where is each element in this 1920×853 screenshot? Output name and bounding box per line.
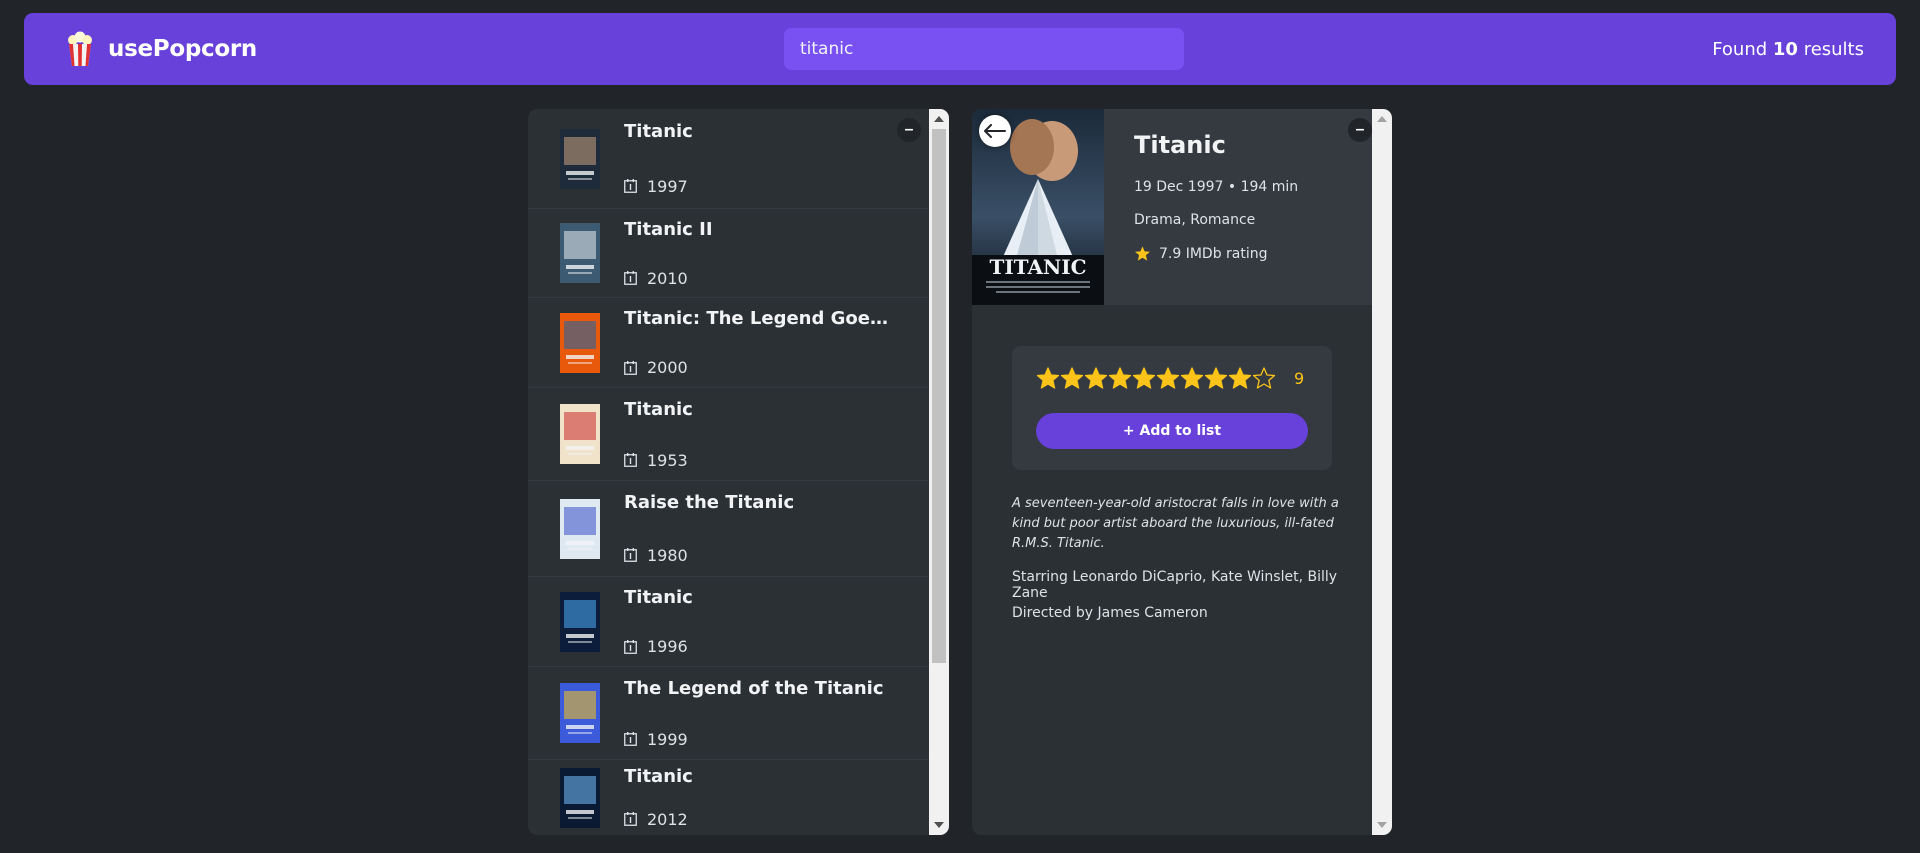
rating-box: 9 + Add to list (1012, 346, 1332, 470)
movie-poster-thumbnail (560, 767, 600, 828)
search-results-box: Titanic 1997 Titanic II 2010 Titanic: The Le… (528, 109, 949, 835)
calendar-icon (624, 732, 637, 746)
movie-year: 1953 (624, 451, 897, 470)
calendar-icon (624, 812, 637, 827)
calendar-icon (624, 548, 637, 563)
movie-title: Titanic (624, 398, 693, 420)
release-runtime: 19 Dec 1997 • 194 min (1134, 179, 1354, 195)
movie-title: Titanic (624, 121, 693, 143)
results-number: 10 (1772, 38, 1798, 60)
movie-poster-thumbnail (560, 312, 600, 373)
movie-title: Titanic (624, 766, 693, 788)
movie-list-item[interactable]: Titanic 1997 (528, 109, 929, 209)
imdb-rating-text: 7.9 IMDb rating (1159, 245, 1268, 262)
star-icon (1135, 246, 1150, 261)
list-scroll-thumb[interactable] (932, 129, 946, 663)
movie-year-text: 1953 (647, 450, 688, 470)
movie-director: Directed by James Cameron (1012, 605, 1208, 621)
scroll-up-arrow-icon[interactable] (929, 111, 949, 127)
movie-list-item[interactable]: Titanic II 2010 (528, 209, 929, 298)
movie-year: 2012 (624, 810, 897, 829)
details-scrollbar[interactable] (1372, 109, 1392, 835)
rating-value: 9 (1294, 368, 1305, 388)
movie-list-item[interactable]: Titanic 1996 (528, 577, 929, 667)
movie-title: Titanic: The Legend Goes On... (624, 307, 897, 329)
star-filled-icon[interactable] (1132, 366, 1156, 390)
movie-poster-thumbnail (560, 128, 600, 189)
movie-list-item[interactable]: The Legend of the Titanic 1999 (528, 667, 929, 760)
imdb-rating: 7.9 IMDb rating (1134, 245, 1354, 262)
star-filled-icon[interactable] (1036, 366, 1060, 390)
details-header: TITANIC Titanic 19 Dec 1997 • 194 min Dr… (972, 109, 1372, 305)
poster-title-text: TITANIC (989, 255, 1086, 279)
collapse-details-button[interactable]: – (1348, 118, 1372, 142)
movie-year-text: 2012 (647, 809, 688, 829)
movie-year: 1997 (624, 177, 897, 196)
logo: usePopcorn (64, 31, 464, 67)
navbar: usePopcorn Found 10 results (24, 13, 1896, 85)
movie-list-item[interactable]: Titanic: The Legend Goes On... 2000 (528, 298, 929, 388)
movie-poster-thumbnail (560, 223, 600, 283)
movie-year-text: 1997 (647, 176, 688, 196)
scroll-down-arrow-icon[interactable] (929, 817, 949, 833)
results-count: Found 10 results (1712, 39, 1864, 60)
movie-year-text: 1980 (647, 545, 688, 565)
movie-title: Titanic II (624, 218, 713, 240)
movie-year-text: 2010 (647, 268, 688, 288)
results-suffix: results (1797, 38, 1864, 60)
movie-year-text: 2000 (647, 358, 688, 378)
star-filled-icon[interactable] (1084, 366, 1108, 390)
movie-actors: Starring Leonardo DiCaprio, Kate Winslet… (1012, 569, 1338, 601)
movie-list-item[interactable]: Titanic 1953 (528, 388, 929, 481)
arrow-left-icon (984, 124, 1006, 138)
movie-title: Titanic (624, 586, 693, 608)
genre: Drama, Romance (1134, 212, 1354, 228)
collapse-list-button[interactable]: – (897, 118, 921, 142)
movie-year: 2010 (624, 269, 897, 288)
movie-year: 1980 (624, 546, 897, 565)
back-button[interactable] (979, 115, 1011, 147)
calendar-icon (624, 360, 637, 375)
movie-year: 1999 (624, 730, 897, 749)
movie-year: 2000 (624, 358, 897, 377)
star-filled-icon[interactable] (1228, 366, 1252, 390)
results-prefix: Found (1712, 38, 1773, 60)
popcorn-icon (68, 31, 92, 66)
calendar-icon (624, 639, 637, 654)
scroll-down-arrow-icon[interactable] (1372, 817, 1392, 833)
movie-year-text: 1999 (647, 729, 688, 749)
scroll-up-arrow-icon[interactable] (1372, 111, 1392, 127)
details-overview: Titanic 19 Dec 1997 • 194 min Drama, Rom… (1134, 131, 1354, 279)
movie-poster-thumbnail (560, 404, 600, 464)
movie-list: Titanic 1997 Titanic II 2010 Titanic: The Le… (528, 109, 929, 835)
movie-list-item[interactable]: Titanic 2012 (528, 760, 929, 835)
list-scrollbar[interactable] (929, 109, 949, 835)
movie-poster-thumbnail (560, 683, 600, 743)
star-filled-icon[interactable] (1204, 366, 1228, 390)
star-empty-icon[interactable] (1252, 366, 1276, 390)
star-filled-icon[interactable] (1156, 366, 1180, 390)
add-to-list-button[interactable]: + Add to list (1036, 413, 1308, 449)
star-filled-icon[interactable] (1060, 366, 1084, 390)
search-input[interactable] (784, 28, 1184, 70)
movie-plot: A seventeen-year-old aristocrat falls in… (1012, 496, 1339, 551)
star-filled-icon[interactable] (1180, 366, 1204, 390)
movie-year: 1996 (624, 637, 897, 656)
movie-title: Titanic (1134, 131, 1226, 159)
movie-year-text: 1996 (647, 637, 688, 657)
movie-details-box: TITANIC Titanic 19 Dec 1997 • 194 min Dr… (972, 109, 1392, 835)
movie-poster-thumbnail (560, 591, 600, 652)
release-runtime-text: 19 Dec 1997 • 194 min (1134, 179, 1299, 195)
movie-poster-thumbnail (560, 498, 600, 559)
movie-list-item[interactable]: Raise the Titanic 1980 (528, 481, 929, 577)
app-title: usePopcorn (108, 36, 257, 62)
calendar-icon (624, 453, 637, 467)
calendar-icon (624, 179, 637, 194)
calendar-icon (624, 271, 637, 285)
movie-title: Raise the Titanic (624, 492, 795, 514)
movie-title: The Legend of the Titanic (624, 677, 884, 699)
star-filled-icon[interactable] (1108, 366, 1132, 390)
star-rating[interactable]: 9 (1036, 366, 1308, 390)
genre-text: Drama, Romance (1134, 212, 1256, 228)
